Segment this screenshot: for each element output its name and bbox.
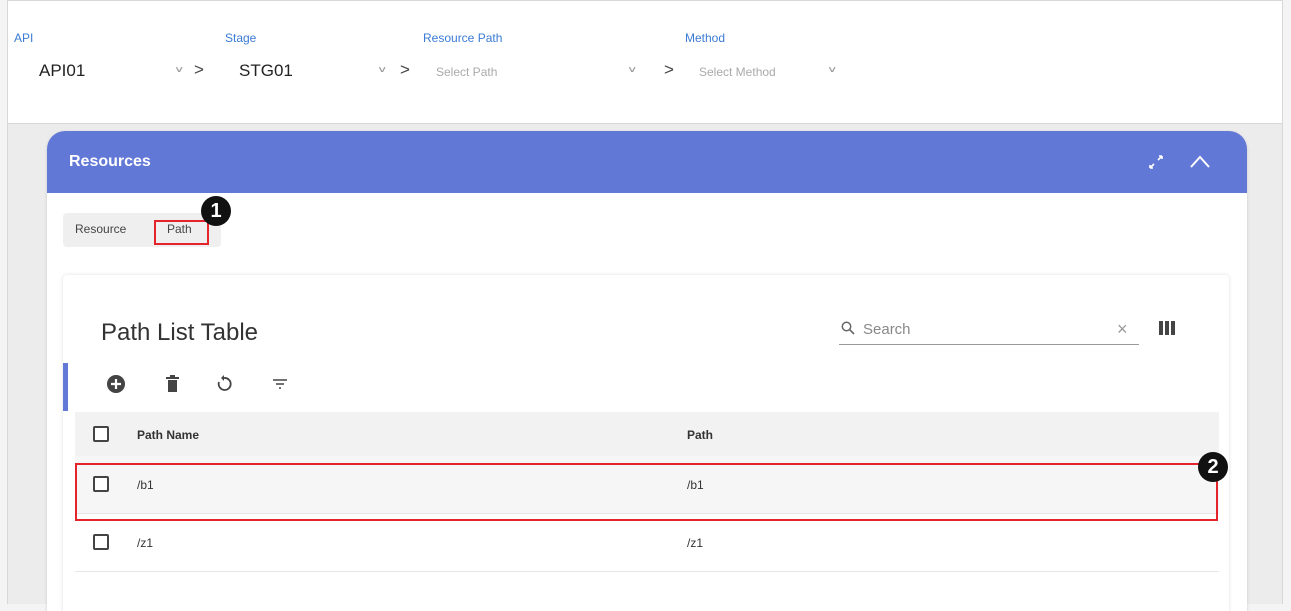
refresh-icon[interactable] [213,373,235,395]
chevron-right-icon: > [664,60,674,79]
chevron-down-icon[interactable]: ∨ [377,64,387,74]
path-list-panel: Path List Table × [63,275,1229,611]
card-header: Resources [47,131,1247,193]
chevron-right-icon: > [194,60,204,79]
resource-path-label: Resource Path [423,31,503,45]
path-cell: /z1 [687,536,704,550]
search-input[interactable] [863,317,1103,341]
column-header-path[interactable]: Path [687,428,713,442]
columns-icon[interactable] [1159,321,1175,335]
api-selector[interactable]: API API01 ∨ [14,1,204,125]
table-header: Path Name Path [75,412,1219,456]
column-header-path-name[interactable]: Path Name [137,428,199,442]
selector-bar: API API01 ∨ > Stage STG01 ∨ > Resource P… [8,0,1282,124]
tab-resource[interactable]: Resource [75,222,126,236]
expand-icon[interactable] [1145,151,1167,173]
resource-path-placeholder: Select Path [436,65,498,79]
stage-value: STG01 [239,61,293,80]
annotation-box-1 [154,220,209,245]
resource-path-selector[interactable]: Resource Path Select Path ∨ [423,1,637,125]
method-placeholder: Select Method [699,65,776,79]
chevron-down-icon[interactable]: ∨ [627,64,637,74]
filter-icon[interactable] [269,373,291,395]
table-title: Path List Table [101,319,258,346]
chevron-right-icon: > [400,60,410,79]
stage-selector[interactable]: Stage STG01 ∨ [223,1,403,125]
annotation-box-2 [75,463,1218,521]
chevron-down-icon[interactable]: ∨ [174,64,184,74]
search-icon [841,321,855,335]
toolbar-indicator [63,363,68,411]
row-checkbox[interactable] [93,534,109,550]
search-box: × [839,313,1139,345]
annotation-marker-1: 1 [201,196,231,226]
clear-icon[interactable]: × [1117,319,1128,340]
delete-icon[interactable] [161,373,183,395]
api-label: API [14,31,34,45]
collapse-icon[interactable] [1187,149,1213,175]
card-title: Resources [69,153,151,170]
table-row[interactable]: /z1 /z1 [75,514,1219,572]
annotation-marker-2: 2 [1198,452,1228,482]
path-name-cell: /z1 [137,536,154,550]
stage-label: Stage [225,31,257,45]
method-selector[interactable]: Method Select Method ∨ [685,1,855,125]
add-icon[interactable] [105,373,127,395]
chevron-down-icon[interactable]: ∨ [827,64,837,74]
method-label: Method [685,31,726,45]
api-value: API01 [39,61,86,80]
select-all-checkbox[interactable] [93,426,109,442]
